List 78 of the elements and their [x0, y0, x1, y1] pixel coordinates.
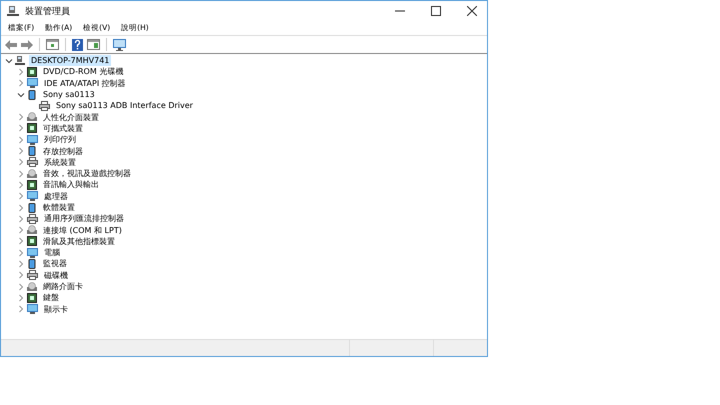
tree-item[interactable]: Sony sa0113	[41, 89, 97, 100]
tree-item[interactable]: Sony sa0113 ADB Interface Driver	[54, 100, 195, 112]
tree-item[interactable]: 網路介面卡	[41, 281, 85, 292]
expand-chevron-icon[interactable]	[17, 282, 25, 291]
tree-item[interactable]: 顯示卡	[42, 304, 70, 315]
monitor-icon	[27, 304, 38, 314]
tree-item[interactable]: 電腦	[42, 247, 62, 258]
expand-chevron-icon[interactable]	[17, 158, 25, 166]
tree-item[interactable]: 可攜式裝置	[41, 122, 85, 134]
drive-icon	[27, 282, 37, 292]
monitor-icon	[27, 191, 38, 202]
tree-item[interactable]: 存放控制器	[41, 146, 85, 157]
computer-icon	[7, 5, 19, 17]
chip-icon	[27, 180, 37, 190]
close-icon[interactable]	[467, 6, 477, 16]
expand-chevron-icon[interactable]	[17, 170, 25, 178]
maximize-icon[interactable]	[431, 6, 441, 16]
tree-item[interactable]: 滑鼠及其他指標裝置	[41, 236, 117, 247]
tree-item[interactable]: 音訊輸入與輸出	[41, 179, 101, 190]
drive-icon	[27, 168, 37, 179]
drive-icon	[27, 112, 37, 122]
collapse-chevron-icon[interactable]	[17, 90, 25, 99]
expand-chevron-icon[interactable]	[17, 305, 25, 314]
expand-chevron-icon[interactable]	[17, 226, 25, 234]
collapse-chevron-icon[interactable]	[5, 56, 13, 65]
device-icon	[27, 90, 37, 100]
printer-icon	[27, 214, 38, 224]
computer-icon	[15, 56, 25, 66]
tree-item[interactable]: 系統裝置	[42, 156, 78, 168]
tree-item[interactable]: DESKTOP-7MHV741	[29, 55, 112, 66]
chip-icon	[27, 66, 37, 77]
tree-item[interactable]: 磁碟機	[42, 270, 70, 281]
tree-item[interactable]: 音效，視訊及遊戲控制器	[41, 168, 133, 180]
printer-icon	[27, 270, 38, 280]
expand-chevron-icon[interactable]	[17, 237, 25, 246]
expand-chevron-icon[interactable]	[17, 204, 25, 212]
chip-icon	[27, 123, 37, 134]
tree-item[interactable]: DVD/CD-ROM 光碟機	[41, 66, 126, 78]
monitor-icon[interactable]	[113, 38, 126, 50]
printer-icon	[27, 157, 38, 168]
window-title: 裝置管理員	[25, 6, 70, 18]
expand-chevron-icon[interactable]	[17, 113, 25, 122]
tree-item[interactable]: IDE ATA/ATAPI 控制器	[42, 78, 128, 89]
panel-icon[interactable]	[87, 39, 100, 50]
expand-chevron-icon[interactable]	[17, 260, 25, 268]
expand-chevron-icon[interactable]	[17, 294, 25, 302]
tree-item[interactable]: 鍵盤	[41, 292, 61, 304]
expand-chevron-icon[interactable]	[17, 214, 25, 223]
expand-chevron-icon[interactable]	[17, 147, 25, 156]
monitor-icon	[27, 248, 38, 258]
monitor-icon	[27, 78, 38, 88]
expand-chevron-icon[interactable]	[17, 192, 25, 200]
drive-icon	[27, 225, 37, 236]
chip-icon	[27, 236, 37, 246]
printer-icon	[39, 100, 50, 111]
tree-item[interactable]: 列印佇列	[42, 134, 78, 146]
device-icon	[27, 146, 37, 156]
window-icon[interactable]	[46, 39, 59, 50]
help-icon[interactable]	[72, 38, 83, 50]
tree-item[interactable]: 人性化介面裝置	[41, 112, 101, 123]
device-icon	[27, 202, 37, 212]
tree-item[interactable]: 連接埠 (COM 和 LPT)	[41, 224, 124, 236]
expand-chevron-icon[interactable]	[17, 68, 25, 76]
monitor-icon	[27, 134, 38, 145]
device-icon	[27, 258, 37, 269]
forward-arrow-icon[interactable]	[21, 40, 33, 50]
expand-chevron-icon[interactable]	[17, 79, 25, 88]
expand-chevron-icon[interactable]	[17, 271, 25, 280]
back-arrow-icon[interactable]	[5, 40, 17, 50]
expand-chevron-icon[interactable]	[17, 180, 25, 189]
tree-item[interactable]: 監視器	[41, 258, 69, 270]
expand-chevron-icon[interactable]	[17, 124, 25, 132]
chip-icon	[27, 292, 37, 303]
tree-item[interactable]: 通用序列匯流排控制器	[42, 213, 126, 224]
expand-chevron-icon[interactable]	[17, 248, 25, 257]
tree-item[interactable]: 軟體裝置	[41, 202, 77, 213]
expand-chevron-icon[interactable]	[17, 136, 25, 144]
tree-item[interactable]: 處理器	[42, 190, 70, 202]
